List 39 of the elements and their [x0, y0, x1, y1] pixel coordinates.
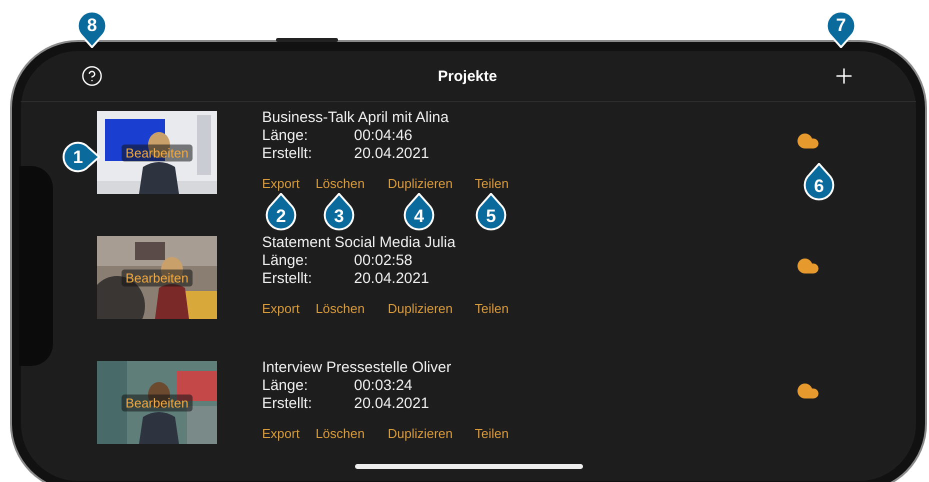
edit-link[interactable]: Bearbeiten — [122, 269, 192, 286]
action-link[interactable]: Export — [262, 301, 300, 316]
action-link[interactable]: Duplizieren — [388, 301, 453, 316]
callout-badge: 3 — [323, 193, 355, 231]
length-label: Länge: — [262, 127, 309, 145]
action-link[interactable]: Löschen — [316, 176, 365, 191]
action-link[interactable]: Duplizieren — [388, 176, 453, 191]
length-value: 00:04:46 — [354, 127, 412, 145]
callout-badge: 7 — [825, 10, 857, 48]
created-value: 20.04.2021 — [354, 145, 430, 163]
created-label: Erstellt: — [262, 395, 314, 413]
created-label: Erstellt: — [262, 270, 314, 288]
action-link[interactable]: Löschen — [316, 301, 365, 316]
callout-badge: 1 — [62, 141, 100, 173]
action-link[interactable]: Export — [262, 176, 300, 191]
length-label: Länge: — [262, 377, 309, 395]
created-value: 20.04.2021 — [354, 270, 430, 288]
action-link[interactable]: Duplizieren — [388, 426, 453, 441]
callout-badge: 6 — [803, 163, 835, 201]
created-label: Erstellt: — [262, 145, 314, 163]
action-link[interactable]: Teilen — [474, 176, 509, 191]
callout-badge: 8 — [76, 10, 108, 48]
length-value: 00:03:24 — [354, 377, 412, 395]
length-label: Länge: — [262, 252, 309, 270]
project-title: Interview Pressestelle Oliver — [262, 359, 452, 377]
action-link[interactable]: Teilen — [474, 426, 509, 441]
action-link[interactable]: Teilen — [474, 301, 509, 316]
page-title: Projekte — [438, 68, 498, 84]
edit-link[interactable]: Bearbeiten — [122, 394, 192, 411]
help-icon[interactable] — [81, 65, 103, 87]
callout-badge: 2 — [265, 193, 297, 231]
callout-badge: 4 — [403, 193, 435, 231]
project-title: Business-Talk April mit Alina — [262, 109, 450, 127]
created-value: 20.04.2021 — [354, 395, 430, 413]
project-title: Statement Social Media Julia — [262, 234, 456, 252]
action-link[interactable]: Löschen — [316, 426, 365, 441]
length-value: 00:02:58 — [354, 252, 412, 270]
callout-badge: 5 — [475, 193, 507, 231]
action-link[interactable]: Export — [262, 426, 300, 441]
